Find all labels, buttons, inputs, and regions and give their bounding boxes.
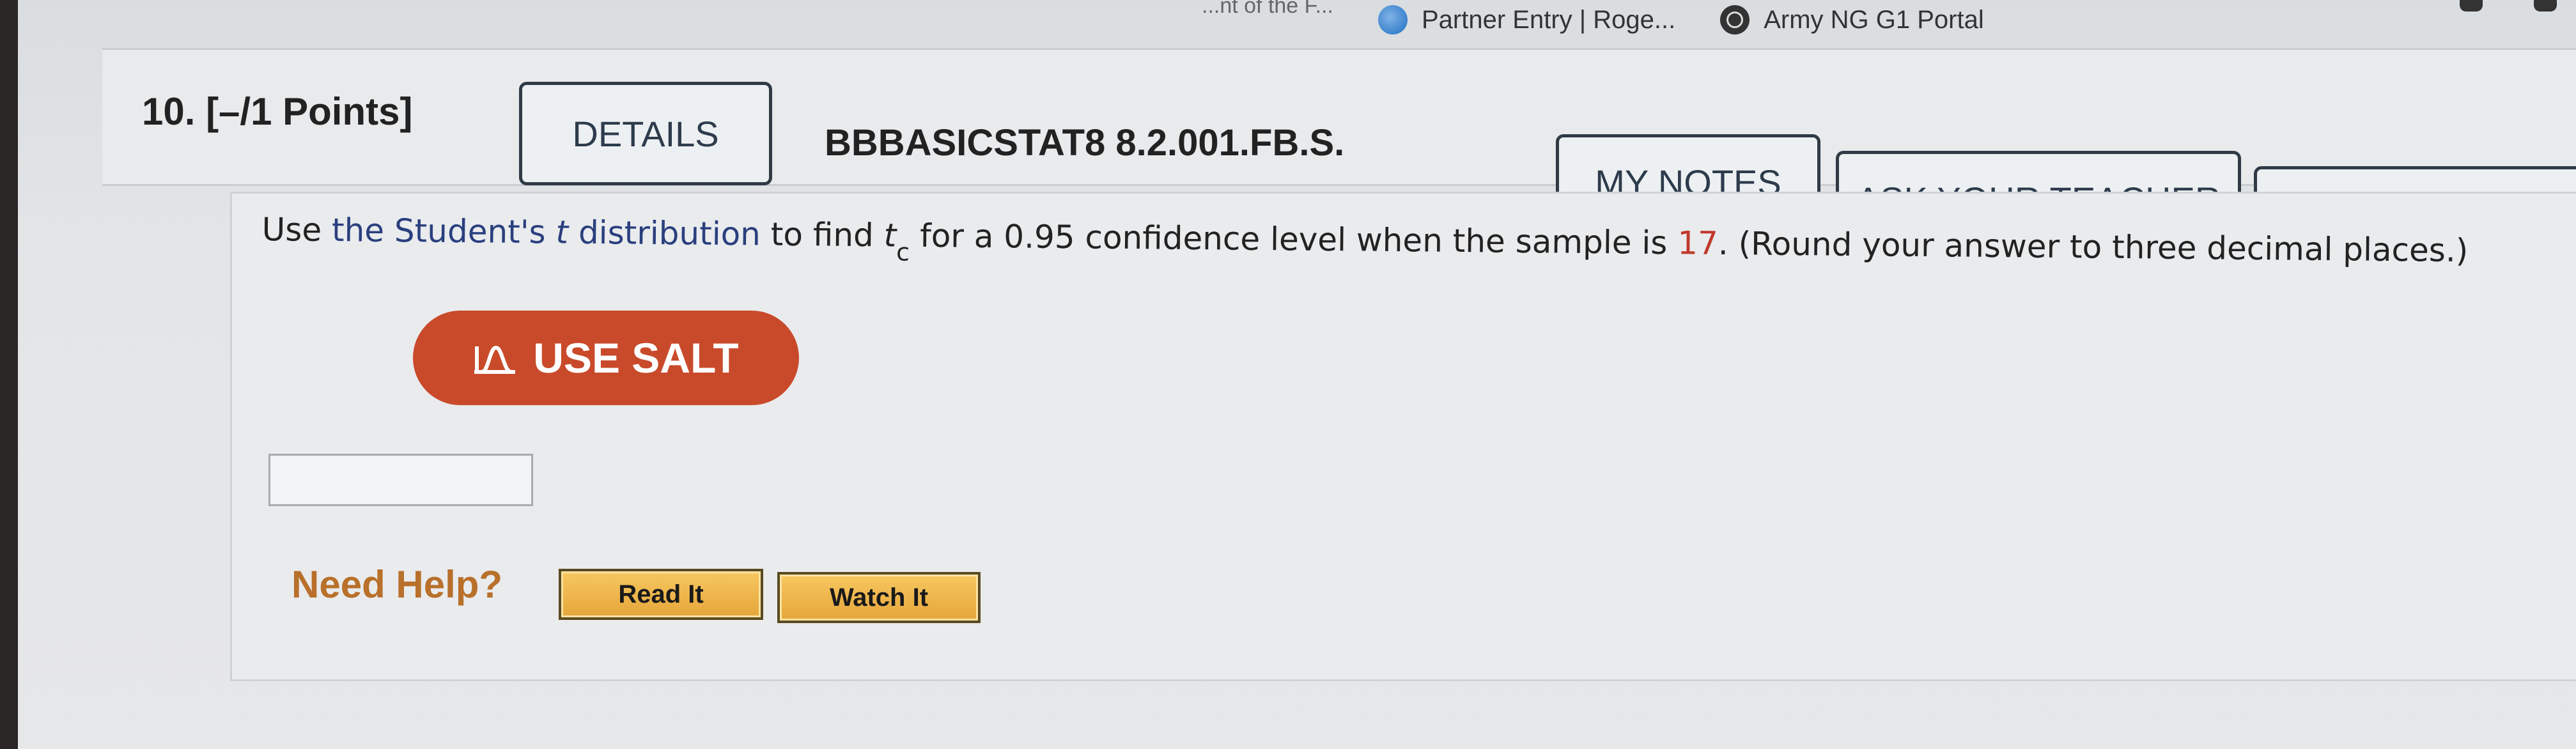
question-text-pre: Use xyxy=(261,211,332,249)
need-help-label: Need Help? xyxy=(291,563,503,606)
student-t-link[interactable]: the Student's t distribution xyxy=(332,212,761,252)
bookmark-partner-label: Partner Entry | Roge... xyxy=(1422,5,1676,34)
salt-chart-icon xyxy=(474,345,516,374)
screen-bezel xyxy=(0,0,18,749)
question-number-points: 10. [–/1 Points] xyxy=(142,90,413,133)
partner-site-icon xyxy=(1378,5,1408,35)
question-text-post: for a 0.95 confidence level when the sam… xyxy=(909,217,1678,262)
sample-size-value: 17 xyxy=(1677,224,1719,262)
bookmarks-bar: ...nt of the F... Partner Entry | Roge..… xyxy=(1202,0,1984,40)
t-subscript: c xyxy=(896,238,910,266)
extension-icon[interactable] xyxy=(2534,0,2557,12)
extension-icon[interactable] xyxy=(2460,0,2483,12)
read-it-button[interactable]: Read It xyxy=(559,569,763,620)
answer-input[interactable] xyxy=(268,454,533,506)
course-code: BBBASICSTAT8 8.2.001.FB.S. xyxy=(825,122,1345,164)
bookmark-partner-entry[interactable]: Partner Entry | Roge... xyxy=(1378,5,1675,35)
details-button[interactable]: DETAILS xyxy=(519,82,772,185)
student-t-link-t: t xyxy=(555,213,569,251)
browser-toolbar-icons xyxy=(2460,0,2557,12)
bookmark-truncated-label: ...nt of the F... xyxy=(1202,0,1333,18)
student-t-link-b: distribution xyxy=(568,213,761,253)
bookmark-army-portal[interactable]: Army NG G1 Portal xyxy=(1720,5,1984,35)
bookmark-army-label: Army NG G1 Portal xyxy=(1764,5,1984,34)
use-salt-button[interactable]: USE SALT xyxy=(413,311,799,405)
student-t-link-a: the Student's xyxy=(331,212,556,251)
question-text-mid: to find xyxy=(760,215,885,254)
t-variable: t xyxy=(883,217,897,254)
use-salt-label: USE SALT xyxy=(533,334,739,382)
watch-it-button[interactable]: Watch It xyxy=(777,572,981,623)
question-text-end: . (Round your answer to three decimal pl… xyxy=(1718,224,2469,270)
globe-icon xyxy=(1720,5,1750,35)
